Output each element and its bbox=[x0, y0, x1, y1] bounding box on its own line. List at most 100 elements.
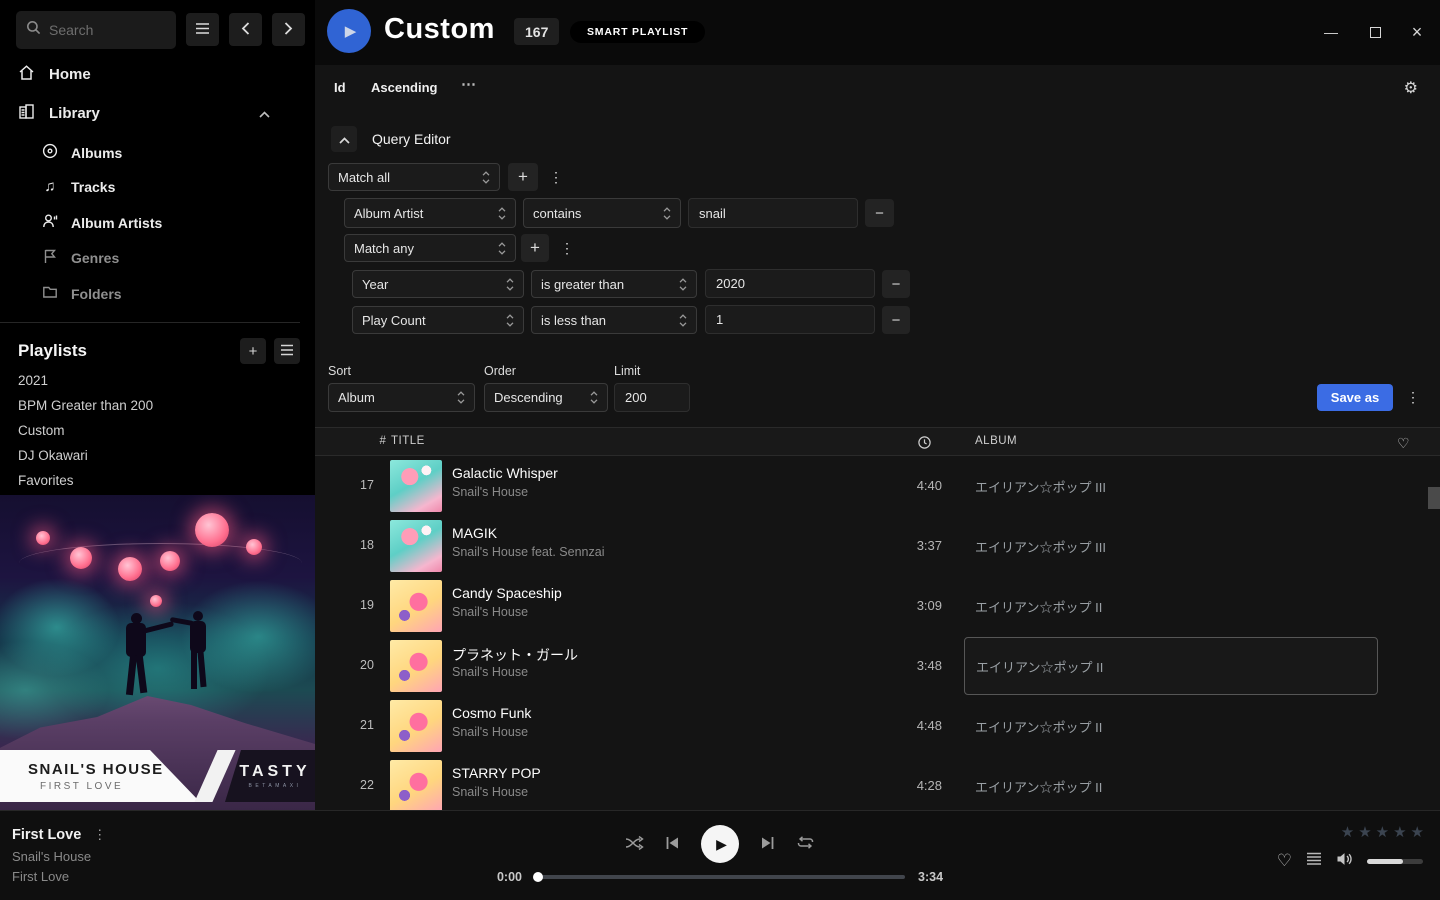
sidebar-item-album-artists[interactable]: Album Artists bbox=[42, 213, 162, 232]
track-title[interactable]: Cosmo Funk bbox=[452, 705, 531, 721]
column-album[interactable]: ALBUM bbox=[975, 435, 1017, 447]
next-button[interactable] bbox=[760, 836, 775, 853]
now-playing-album[interactable]: First Love bbox=[12, 869, 69, 884]
group-remove-rule-button[interactable]: − bbox=[882, 306, 910, 334]
track-row[interactable]: 22 STARRY POP Snail's House 4:28 エイリアン☆ポ… bbox=[315, 756, 1440, 810]
album-thumbnail[interactable] bbox=[390, 700, 442, 752]
scrollbar-thumb[interactable] bbox=[1428, 487, 1440, 509]
group-remove-rule-button[interactable]: − bbox=[882, 270, 910, 298]
gear-icon[interactable]: ⚙ bbox=[1404, 78, 1418, 98]
play-playlist-button[interactable]: ▶ bbox=[327, 9, 371, 53]
qe-limit-input[interactable] bbox=[614, 383, 690, 412]
volume-button[interactable] bbox=[1336, 851, 1353, 871]
album-thumbnail[interactable] bbox=[390, 640, 442, 692]
track-title[interactable]: Galactic Whisper bbox=[452, 465, 558, 481]
window-minimize-button[interactable]: — bbox=[1321, 22, 1341, 42]
group-rule-value-input[interactable] bbox=[705, 269, 875, 298]
volume-slider[interactable] bbox=[1367, 859, 1423, 864]
window-close-button[interactable]: × bbox=[1407, 22, 1427, 42]
group-match-select[interactable]: Match any bbox=[344, 234, 516, 262]
seek-slider[interactable] bbox=[535, 875, 905, 879]
sidebar-item-library[interactable]: Library bbox=[18, 103, 298, 124]
window-maximize-button[interactable] bbox=[1365, 22, 1385, 42]
track-artist[interactable]: Snail's House bbox=[452, 665, 528, 679]
qe-sort-select[interactable]: Album bbox=[328, 383, 475, 412]
rule-value-input[interactable] bbox=[688, 198, 858, 228]
nav-forward-button[interactable] bbox=[272, 13, 305, 46]
album-thumbnail[interactable] bbox=[390, 520, 442, 572]
shuffle-button[interactable] bbox=[625, 835, 644, 854]
rule-operator-select[interactable]: contains bbox=[523, 198, 681, 228]
search-input[interactable] bbox=[49, 22, 159, 38]
playlist-list-button[interactable] bbox=[274, 338, 300, 364]
track-artist[interactable]: Snail's House bbox=[452, 785, 528, 799]
add-rule-button[interactable]: + bbox=[508, 163, 538, 191]
track-artist[interactable]: Snail's House bbox=[452, 605, 528, 619]
sidebar-item-genres[interactable]: Genres bbox=[42, 248, 119, 267]
star-icon[interactable]: ★ bbox=[1341, 823, 1354, 841]
track-artist[interactable]: Snail's House bbox=[452, 485, 528, 499]
search-box[interactable] bbox=[16, 11, 176, 49]
queue-button[interactable] bbox=[1306, 851, 1322, 871]
sidebar-item-home[interactable]: Home bbox=[18, 64, 298, 85]
group-rule-field-select[interactable]: Play Count bbox=[352, 306, 524, 334]
sidebar-item-folders[interactable]: Folders bbox=[42, 284, 122, 303]
track-album-focused-cell[interactable]: エイリアン☆ポップ II bbox=[964, 637, 1378, 695]
add-playlist-button[interactable]: + bbox=[240, 338, 266, 364]
column-title[interactable]: TITLE bbox=[391, 435, 425, 447]
save-menu-button[interactable]: ⋮ bbox=[1402, 384, 1424, 411]
playlist-item[interactable]: BPM Greater than 200 bbox=[18, 398, 153, 413]
sidebar-item-tracks[interactable]: ♫ Tracks bbox=[42, 178, 115, 195]
more-options-button[interactable]: ⋯ bbox=[461, 75, 476, 93]
track-album[interactable]: エイリアン☆ポップ II bbox=[964, 697, 1378, 755]
track-title[interactable]: MAGIK bbox=[452, 525, 497, 541]
menu-button[interactable] bbox=[186, 13, 219, 46]
track-row[interactable]: 18 MAGIK Snail's House feat. Sennzai 3:3… bbox=[315, 516, 1440, 576]
clock-icon[interactable] bbox=[918, 436, 931, 452]
album-thumbnail[interactable] bbox=[390, 760, 442, 810]
playlist-item[interactable]: DJ Okawari bbox=[18, 448, 88, 463]
remove-rule-button[interactable]: − bbox=[865, 199, 894, 227]
now-playing-title[interactable]: First Love bbox=[12, 827, 81, 843]
root-match-select[interactable]: Match all bbox=[328, 163, 500, 191]
star-icon[interactable]: ★ bbox=[1393, 823, 1406, 841]
play-button[interactable]: ▶ bbox=[701, 825, 739, 863]
qe-order-select[interactable]: Descending bbox=[484, 383, 608, 412]
track-row[interactable]: 20 プラネット・ガール Snail's House 3:48 エイリアン☆ポッ… bbox=[315, 636, 1440, 696]
previous-button[interactable] bbox=[665, 836, 680, 853]
group-add-rule-button[interactable]: + bbox=[521, 234, 549, 262]
group-rule-operator-select[interactable]: is less than bbox=[531, 306, 697, 334]
save-as-button[interactable]: Save as bbox=[1317, 384, 1393, 411]
track-title[interactable]: プラネット・ガール bbox=[452, 645, 578, 665]
star-icon[interactable]: ★ bbox=[1376, 823, 1389, 841]
now-playing-artist[interactable]: Snail's House bbox=[12, 849, 91, 864]
playlist-item[interactable]: Favorites bbox=[18, 473, 74, 488]
playlist-item[interactable]: 2021 bbox=[18, 373, 48, 388]
track-album[interactable]: エイリアン☆ポップ III bbox=[964, 457, 1378, 515]
heart-column-icon[interactable]: ♡ bbox=[1397, 435, 1410, 452]
sidebar-item-albums[interactable]: Albums bbox=[42, 143, 122, 162]
favorite-button[interactable]: ♡ bbox=[1277, 851, 1292, 871]
group-rule-field-select[interactable]: Year bbox=[352, 270, 524, 298]
track-title[interactable]: STARRY POP bbox=[452, 765, 541, 781]
track-title[interactable]: Candy Spaceship bbox=[452, 585, 562, 601]
now-playing-menu-button[interactable]: ⋮ bbox=[93, 827, 106, 843]
track-album[interactable]: エイリアン☆ポップ II bbox=[964, 757, 1378, 810]
sort-direction-button[interactable]: Ascending bbox=[371, 80, 437, 95]
sort-field-button[interactable]: Id bbox=[334, 80, 346, 95]
album-thumbnail[interactable] bbox=[390, 460, 442, 512]
star-icon[interactable]: ★ bbox=[1411, 823, 1424, 841]
track-album[interactable]: エイリアン☆ポップ III bbox=[964, 517, 1378, 575]
repeat-button[interactable] bbox=[796, 835, 815, 853]
chevron-up-icon[interactable] bbox=[259, 105, 270, 122]
group-menu-button[interactable]: ⋮ bbox=[556, 234, 578, 262]
star-icon[interactable]: ★ bbox=[1358, 823, 1371, 841]
track-artist[interactable]: Snail's House bbox=[452, 725, 528, 739]
nav-back-button[interactable] bbox=[229, 13, 262, 46]
group-rule-value-input[interactable] bbox=[705, 305, 875, 334]
group-rule-operator-select[interactable]: is greater than bbox=[531, 270, 697, 298]
playlist-item[interactable]: Custom bbox=[18, 423, 65, 438]
query-editor-collapse-button[interactable] bbox=[331, 126, 357, 152]
track-row[interactable]: 21 Cosmo Funk Snail's House 4:48 エイリアン☆ポ… bbox=[315, 696, 1440, 756]
seek-handle[interactable] bbox=[533, 872, 543, 882]
